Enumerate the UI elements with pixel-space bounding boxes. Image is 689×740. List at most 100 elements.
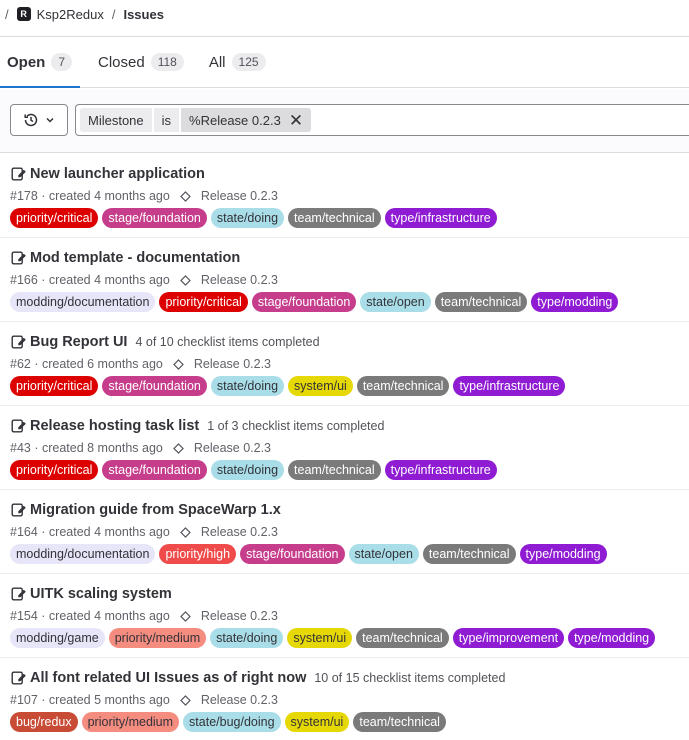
milestone-icon — [179, 274, 196, 286]
breadcrumb-project-link[interactable]: Ksp2Redux — [37, 7, 104, 22]
label-badge[interactable]: priority/critical — [159, 292, 248, 312]
filtered-search-input[interactable]: Milestone is %Release 0.2.3 ✕ — [75, 104, 689, 136]
issue-open-icon — [10, 418, 26, 434]
label-badge[interactable]: state/doing — [210, 460, 285, 480]
filter-token-name[interactable]: Milestone — [80, 108, 152, 132]
search-history-dropdown[interactable] — [10, 104, 68, 136]
issue-meta: #154 · created 4 months ago Release 0.2.3 — [10, 607, 689, 625]
label-badge[interactable]: priority/critical — [10, 376, 99, 396]
milestone-icon — [173, 442, 189, 454]
label-badge[interactable]: type/infrastructure — [384, 208, 497, 228]
task-status: 1 of 3 checklist items completed — [207, 419, 385, 433]
label-badge[interactable]: system/ui — [287, 628, 353, 648]
issue-title-row: All font related UI Issues as of right n… — [10, 668, 689, 688]
label-badge[interactable]: type/improvement — [452, 628, 565, 648]
issue-milestone-link[interactable]: Release 0.2.3 — [173, 441, 271, 455]
label-badge[interactable]: state/bug/doing — [183, 712, 281, 732]
issue-open-icon — [10, 670, 26, 686]
label-badge[interactable]: priority/high — [159, 544, 237, 564]
task-status: 10 of 15 checklist items completed — [314, 671, 506, 685]
tab-closed-count: 118 — [150, 53, 184, 71]
history-icon — [24, 113, 38, 127]
issue-milestone-link[interactable]: Release 0.2.3 — [179, 525, 278, 539]
issue-labels: priority/critical stage/foundation state/d… — [10, 208, 689, 228]
label-badge[interactable]: type/modding — [531, 292, 619, 312]
milestone-icon — [173, 358, 189, 370]
issue-row: New launcher application #178 · created 4… — [0, 154, 689, 238]
issue-labels: priority/critical stage/foundation state/d… — [10, 376, 689, 396]
filter-token-value-text: %Release 0.2.3 — [189, 112, 281, 128]
breadcrumb-separator: / — [5, 6, 9, 22]
issue-title-link[interactable]: Migration guide from SpaceWarp 1.x — [30, 502, 281, 518]
issue-open-icon — [10, 502, 26, 518]
issue-title-row: Release hosting task list 1 of 3 checklis… — [10, 416, 689, 436]
label-badge[interactable]: team/technical — [356, 376, 450, 396]
label-badge[interactable]: team/technical — [422, 544, 516, 564]
label-badge[interactable]: stage/foundation — [251, 292, 357, 312]
label-badge[interactable]: modding/game — [10, 628, 105, 648]
label-badge[interactable]: priority/critical — [10, 208, 99, 228]
label-badge[interactable]: state/doing — [210, 628, 284, 648]
label-badge[interactable]: stage/foundation — [102, 208, 207, 228]
milestone-label: Release 0.2.3 — [200, 189, 278, 203]
issue-title-link[interactable]: New launcher application — [30, 166, 205, 182]
issue-title-link[interactable]: Bug Report UI — [30, 334, 127, 350]
label-badge[interactable]: modding/documentation — [10, 544, 156, 564]
milestone-icon — [179, 610, 196, 622]
label-badge[interactable]: type/infrastructure — [384, 460, 497, 480]
label-badge[interactable]: state/open — [348, 544, 419, 564]
project-avatar[interactable]: R — [16, 7, 31, 21]
label-badge[interactable]: stage/foundation — [102, 460, 207, 480]
label-badge[interactable]: priority/critical — [10, 460, 99, 480]
issue-title-link[interactable]: All font related UI Issues as of right n… — [30, 670, 306, 686]
issue-title-link[interactable]: Mod template - documentation — [30, 250, 240, 266]
label-badge[interactable]: team/technical — [353, 712, 446, 732]
label-badge[interactable]: bug/redux — [10, 712, 78, 732]
tab-open-count: 7 — [51, 53, 73, 71]
tab-open[interactable]: Open 7 — [0, 37, 80, 88]
label-badge[interactable]: team/technical — [356, 628, 449, 648]
label-badge[interactable]: stage/foundation — [240, 544, 345, 564]
label-badge[interactable]: priority/medium — [81, 712, 180, 732]
label-badge[interactable]: system/ui — [288, 376, 353, 396]
label-badge[interactable]: type/infrastructure — [453, 376, 566, 396]
label-badge[interactable]: state/doing — [210, 208, 285, 228]
label-badge[interactable]: modding/documentation — [10, 292, 156, 312]
tab-closed[interactable]: Closed 118 — [91, 37, 191, 87]
label-badge[interactable]: type/modding — [519, 544, 607, 564]
issue-title-link[interactable]: Release hosting task list — [30, 418, 199, 434]
issue-labels: priority/critical stage/foundation state/d… — [10, 460, 689, 480]
label-badge[interactable]: system/ui — [284, 712, 350, 732]
close-icon[interactable]: ✕ — [289, 112, 303, 129]
label-badge[interactable]: state/open — [360, 292, 431, 312]
milestone-label: Release 0.2.3 — [193, 357, 272, 371]
issue-milestone-link[interactable]: Release 0.2.3 — [179, 273, 278, 287]
issue-list: New launcher application #178 · created 4… — [0, 154, 689, 740]
label-badge[interactable]: stage/foundation — [102, 376, 207, 396]
issue-row: Bug Report UI 4 of 10 checklist items com… — [0, 322, 689, 406]
issue-milestone-link[interactable]: Release 0.2.3 — [173, 357, 271, 371]
tab-all[interactable]: All 125 — [202, 37, 273, 87]
milestone-icon — [179, 694, 196, 706]
label-badge[interactable]: priority/medium — [108, 628, 207, 648]
label-badge[interactable]: team/technical — [434, 292, 528, 312]
issue-meta: #164 · created 4 months ago Release 0.2.3 — [10, 523, 689, 541]
filter-token-operator[interactable]: is — [153, 108, 180, 132]
issue-open-icon — [10, 586, 26, 602]
issue-title-link[interactable]: UITK scaling system — [30, 586, 172, 602]
filter-token-value[interactable]: %Release 0.2.3 ✕ — [181, 108, 312, 132]
label-badge[interactable]: state/doing — [210, 376, 285, 396]
label-badge[interactable]: team/technical — [288, 208, 381, 228]
milestone-icon — [179, 190, 196, 202]
milestone-label: Release 0.2.3 — [200, 525, 278, 539]
issue-milestone-link[interactable]: Release 0.2.3 — [179, 609, 278, 623]
label-badge[interactable]: team/technical — [288, 460, 381, 480]
label-badge[interactable]: type/modding — [568, 628, 656, 648]
issue-title-row: UITK scaling system — [10, 584, 689, 604]
issue-milestone-link[interactable]: Release 0.2.3 — [179, 189, 278, 203]
issue-milestone-link[interactable]: Release 0.2.3 — [179, 693, 278, 707]
breadcrumb-separator: / — [111, 6, 116, 22]
breadcrumb-current[interactable]: Issues — [123, 7, 163, 22]
issue-open-icon — [10, 334, 26, 350]
project-avatar-initial: R — [20, 8, 27, 19]
